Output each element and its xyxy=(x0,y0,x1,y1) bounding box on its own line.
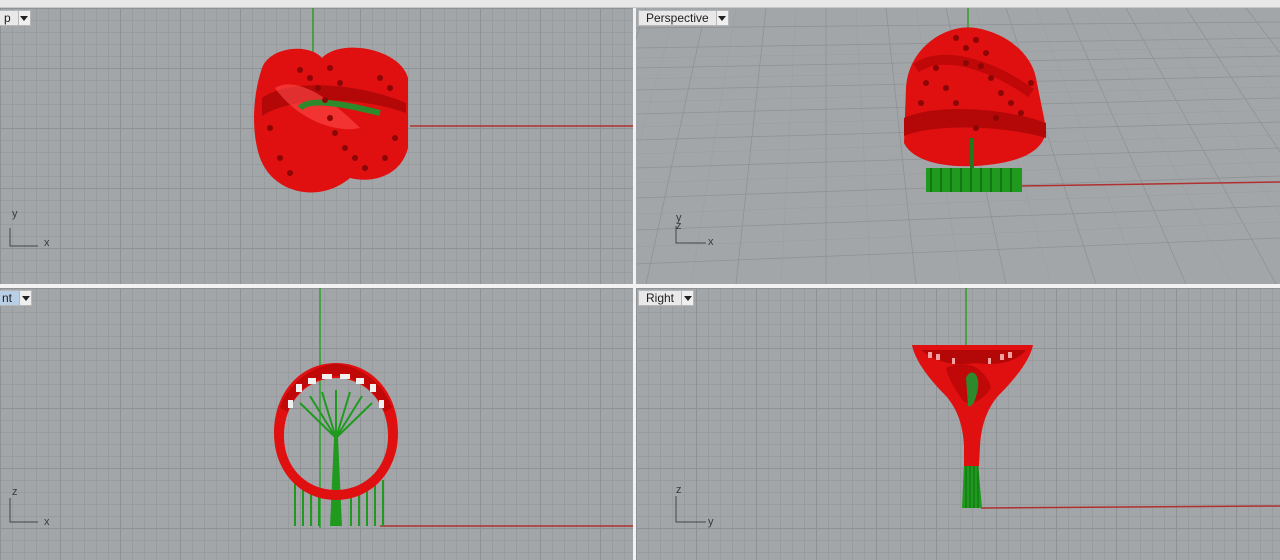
chevron-down-icon xyxy=(718,15,727,21)
world-y-axis xyxy=(980,505,1280,509)
axis-label-z: z xyxy=(12,486,18,498)
viewport-front-scene xyxy=(9,288,633,528)
viewport-front-tab[interactable]: nt xyxy=(0,290,33,306)
axis-label-x: x xyxy=(708,236,714,248)
viewport-front[interactable]: nt z x xyxy=(0,288,633,560)
title-strip xyxy=(0,0,1280,8)
chevron-down-icon xyxy=(21,295,30,301)
viewport-perspective[interactable]: Perspective y z x xyxy=(636,8,1280,284)
viewport-right-title[interactable]: Right xyxy=(638,290,682,306)
viewport-top-title[interactable]: p xyxy=(0,10,18,26)
axis-label-z: z xyxy=(676,484,682,496)
viewport-right-tab[interactable]: Right xyxy=(638,290,695,306)
support-tree-persp xyxy=(926,168,1022,192)
chevron-down-icon xyxy=(20,15,29,21)
axis-label-y: y xyxy=(708,516,714,528)
viewport-right-scene xyxy=(675,288,1280,523)
viewport-perspective-title[interactable]: Perspective xyxy=(638,10,716,26)
viewport-right[interactable]: Right z y xyxy=(636,288,1280,560)
support-tree-right xyxy=(962,463,982,508)
ring-model-top xyxy=(254,47,408,193)
ring-model-persp xyxy=(904,27,1046,168)
viewport-perspective-scene xyxy=(675,8,1280,244)
ring-model-right xyxy=(912,345,1033,466)
axis-gizmo xyxy=(675,496,706,523)
axis-gizmo xyxy=(9,498,38,523)
axis-label-x: x xyxy=(44,516,50,528)
viewport-top-tab[interactable]: p xyxy=(0,10,31,26)
viewport-perspective-tab[interactable]: Perspective xyxy=(638,10,729,26)
viewport-top[interactable]: p y x xyxy=(0,8,633,284)
world-x-axis xyxy=(1019,181,1280,187)
axis-label-y: y xyxy=(12,208,18,220)
viewport-menu-button[interactable] xyxy=(19,290,33,306)
viewport-menu-button[interactable] xyxy=(17,10,31,26)
axis-gizmo xyxy=(9,228,38,247)
viewport-menu-button[interactable] xyxy=(681,290,695,306)
viewport-top-scene xyxy=(9,8,633,247)
axis-label-x: x xyxy=(44,237,50,249)
viewport-front-title[interactable]: nt xyxy=(0,290,20,306)
viewport-splitter-horizontal[interactable] xyxy=(0,284,1280,288)
support-tree-front xyxy=(294,390,384,526)
axis-label-z: z xyxy=(676,220,682,232)
chevron-down-icon xyxy=(683,295,692,301)
viewport-menu-button[interactable] xyxy=(715,10,729,26)
